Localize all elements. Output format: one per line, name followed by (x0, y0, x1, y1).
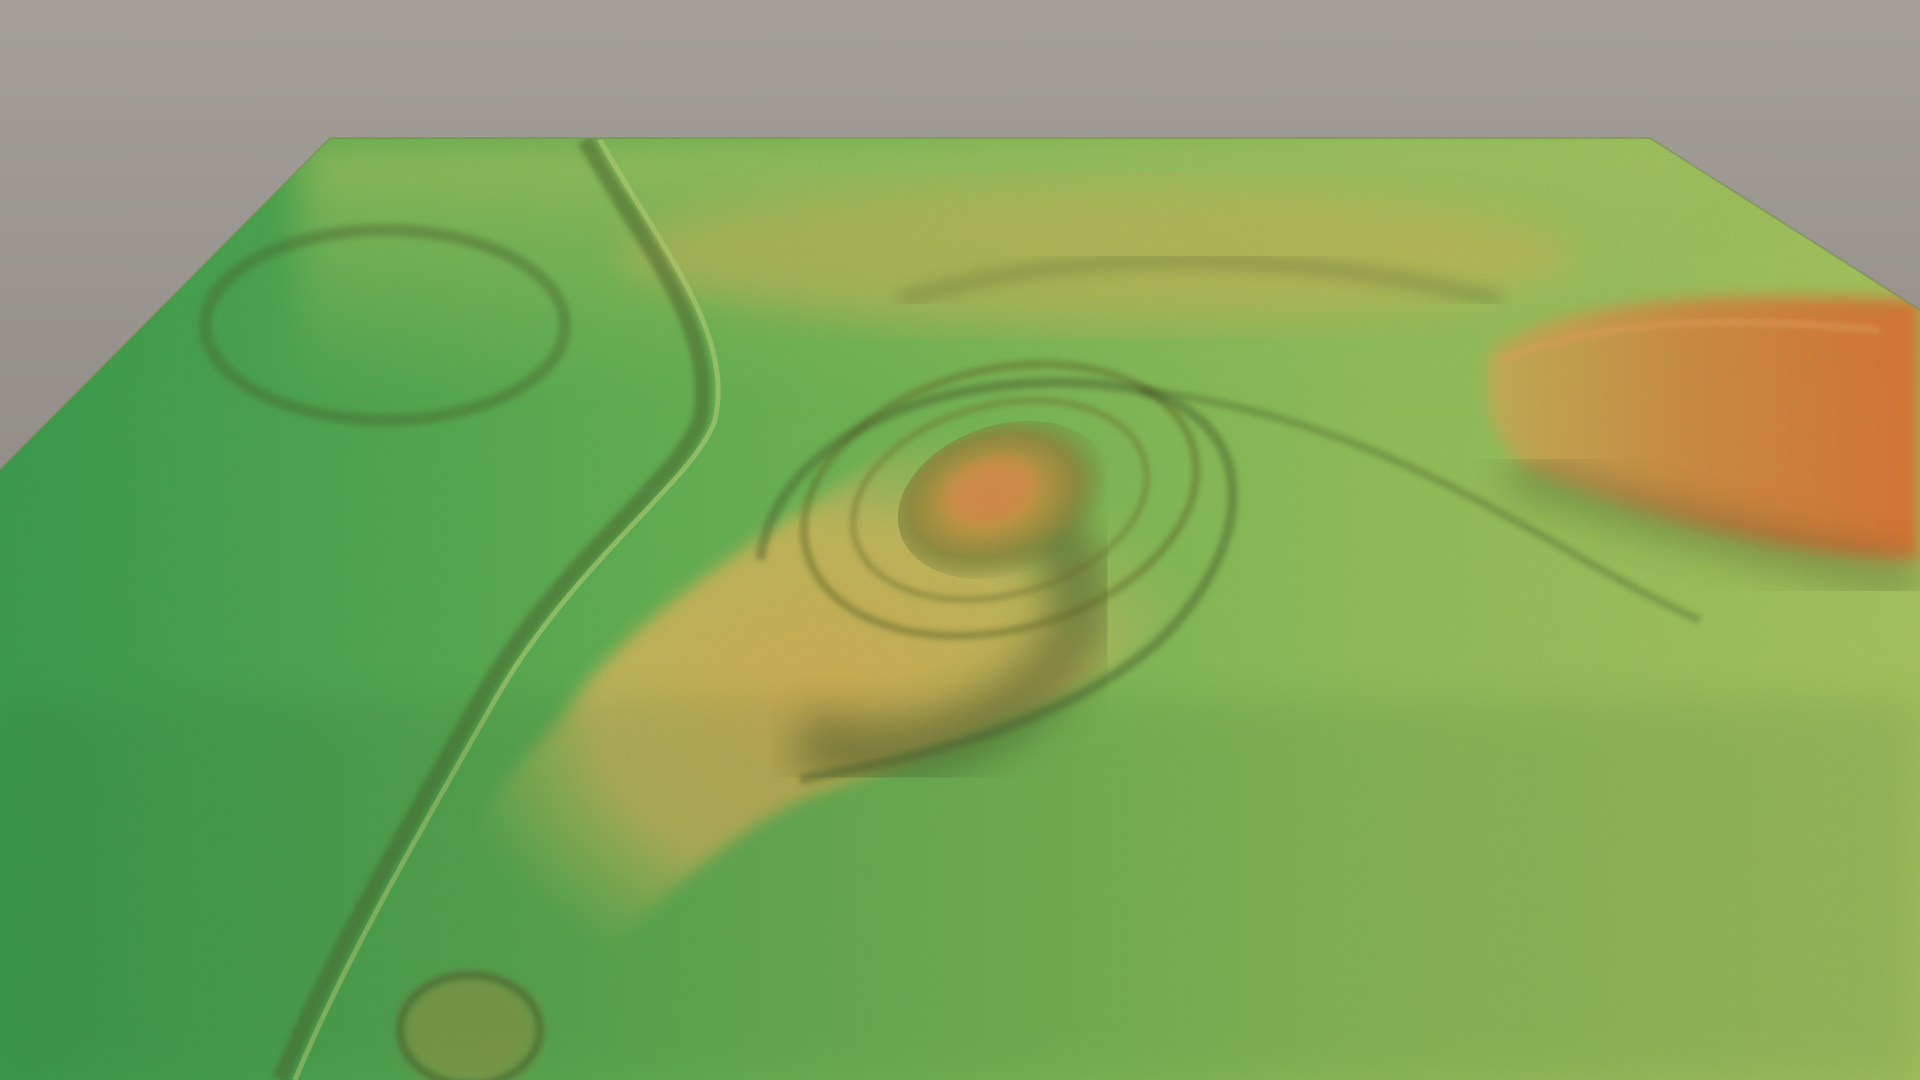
terrain-render (0, 0, 1920, 1080)
terrain-texture (0, 138, 1920, 1080)
terrain-surface (0, 138, 1920, 1080)
scene (0, 0, 1920, 1080)
